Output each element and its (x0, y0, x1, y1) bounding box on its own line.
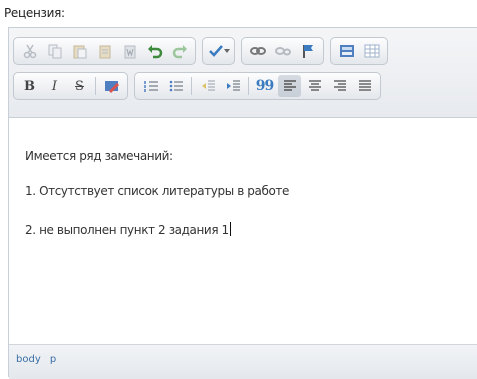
toolbar-separator (248, 77, 249, 95)
field-label: Рецензия: (4, 6, 65, 20)
anchor-icon[interactable] (296, 40, 319, 62)
content-line-2: 1. Отсутствует список литературы в работ… (25, 184, 289, 198)
image-icon[interactable] (335, 40, 358, 62)
editor-toolbar: B I S 99 (9, 28, 477, 118)
content-line-3-text: 2. не выполнен пункт 2 задания 1 (25, 223, 229, 237)
redo-icon[interactable] (168, 40, 191, 62)
element-path-bar: body p (9, 344, 477, 379)
table-icon[interactable] (360, 40, 383, 62)
toolbar-row-1 (13, 37, 388, 65)
link-icon[interactable] (246, 40, 269, 62)
paste-word-icon[interactable] (118, 40, 141, 62)
align-center-icon[interactable] (303, 75, 326, 97)
path-p-link[interactable]: p (50, 354, 56, 365)
bulleted-list-icon[interactable] (164, 75, 187, 97)
element-path: body p (16, 354, 62, 365)
link-group (241, 37, 324, 65)
list-group: 99 (134, 72, 381, 100)
content-line-1: Имеется ряд замечаний: (25, 149, 173, 163)
rich-text-editor: B I S 99 Имеется ряд замечаний: 1. Отсут… (8, 27, 477, 379)
spellcheck-icon[interactable] (207, 40, 230, 62)
toolbar-separator (191, 77, 192, 95)
text-caret (229, 222, 231, 236)
align-right-icon[interactable] (328, 75, 351, 97)
unlink-icon[interactable] (271, 40, 294, 62)
content-line-3: 2. не выполнен пункт 2 задания 1 (25, 222, 231, 237)
paste-text-icon[interactable] (93, 40, 116, 62)
spellcheck-group (202, 37, 235, 65)
strike-button[interactable]: S (68, 75, 91, 97)
paste-icon[interactable] (68, 40, 91, 62)
align-justify-icon[interactable] (353, 75, 376, 97)
remove-format-icon[interactable] (100, 75, 123, 97)
path-body-link[interactable]: body (16, 354, 41, 365)
italic-button[interactable]: I (43, 75, 66, 97)
copy-icon[interactable] (43, 40, 66, 62)
insert-group (330, 37, 388, 65)
indent-icon[interactable] (221, 75, 244, 97)
bold-button[interactable]: B (18, 75, 41, 97)
align-left-icon[interactable] (278, 75, 301, 97)
numbered-list-icon[interactable] (139, 75, 162, 97)
editor-content-area[interactable]: Имеется ряд замечаний: 1. Отсутствует сп… (9, 118, 477, 344)
toolbar-row-2: B I S 99 (13, 72, 381, 100)
outdent-icon[interactable] (196, 75, 219, 97)
toolbar-separator (95, 77, 96, 95)
format-group: B I S (13, 72, 128, 100)
clipboard-group (13, 37, 196, 65)
blockquote-button[interactable]: 99 (253, 75, 276, 97)
undo-icon[interactable] (143, 40, 166, 62)
cut-icon[interactable] (18, 40, 41, 62)
